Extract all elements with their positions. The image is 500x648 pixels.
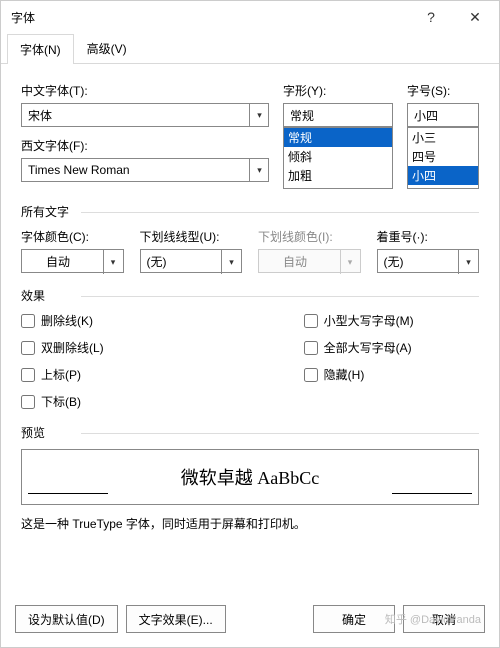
checkbox-allcaps[interactable]: 全部大写字母(A): [304, 339, 414, 356]
checkbox-strike[interactable]: 删除线(K): [21, 312, 104, 329]
size-listbox[interactable]: 小三 四号 小四: [407, 127, 479, 189]
style-option[interactable]: 加粗: [284, 166, 392, 185]
chevron-down-icon: ▾: [340, 250, 360, 274]
chinese-font-input[interactable]: [21, 103, 269, 127]
checkbox-smallcaps[interactable]: 小型大写字母(M): [304, 312, 414, 329]
checkbox-dblstrike[interactable]: 双删除线(L): [21, 339, 104, 356]
section-preview: 预览: [21, 424, 479, 441]
label-chinese-font: 中文字体(T):: [21, 82, 269, 99]
checkbox-superscript[interactable]: 上标(P): [21, 366, 104, 383]
close-button[interactable]: ✕: [453, 2, 497, 32]
checkbox-input[interactable]: [304, 314, 318, 328]
size-option[interactable]: 小三: [408, 128, 478, 147]
checkbox-hidden[interactable]: 隐藏(H): [304, 366, 414, 383]
label-size: 字号(S):: [407, 82, 479, 99]
size-option[interactable]: 小四: [408, 166, 478, 185]
cancel-button[interactable]: 取消: [403, 605, 485, 633]
western-font-combo[interactable]: ▾: [21, 158, 269, 182]
chinese-font-combo[interactable]: ▾: [21, 103, 269, 127]
label-font-color: 字体颜色(C):: [21, 228, 124, 245]
tab-advanced[interactable]: 高级(V): [74, 33, 140, 63]
checkbox-input[interactable]: [21, 314, 35, 328]
label-emphasis: 着重号(·):: [377, 228, 480, 245]
chevron-down-icon[interactable]: ▾: [458, 250, 478, 274]
preview-box: 微软卓越 AaBbCc: [21, 449, 479, 505]
font-dialog: 字体 ? ✕ 字体(N) 高级(V) 中文字体(T): ▾ 西文字体(F): ▾…: [0, 0, 500, 648]
size-option[interactable]: 四号: [408, 147, 478, 166]
size-input[interactable]: [407, 103, 479, 127]
font-hint: 这是一种 TrueType 字体，同时适用于屏幕和打印机。: [21, 515, 479, 532]
style-input-wrap[interactable]: [283, 103, 393, 127]
preview-text: 微软卓越 AaBbCc: [181, 464, 320, 490]
tab-strip: 字体(N) 高级(V): [1, 33, 499, 64]
label-underline-style: 下划线线型(U):: [140, 228, 243, 245]
chevron-down-icon[interactable]: ▾: [249, 103, 269, 127]
dialog-footer: 设为默认值(D) 文字效果(E)... 确定 取消 知乎 @DavidPanda: [1, 595, 499, 647]
window-title: 字体: [11, 9, 409, 26]
checkbox-subscript[interactable]: 下标(B): [21, 393, 104, 410]
checkbox-input[interactable]: [21, 341, 35, 355]
titlebar: 字体 ? ✕: [1, 1, 499, 33]
emphasis-dropdown[interactable]: (无)▾: [377, 249, 480, 273]
chevron-down-icon[interactable]: ▾: [249, 158, 269, 182]
checkbox-input[interactable]: [21, 368, 35, 382]
style-option[interactable]: 倾斜: [284, 147, 392, 166]
ok-button[interactable]: 确定: [313, 605, 395, 633]
label-underline-color: 下划线颜色(I):: [258, 228, 361, 245]
help-button[interactable]: ?: [409, 2, 453, 32]
chevron-down-icon[interactable]: ▾: [103, 250, 123, 274]
checkbox-input[interactable]: [304, 368, 318, 382]
text-effects-button[interactable]: 文字效果(E)...: [126, 605, 226, 633]
chevron-down-icon[interactable]: ▾: [221, 250, 241, 274]
size-input-wrap[interactable]: [407, 103, 479, 127]
label-western-font: 西文字体(F):: [21, 137, 269, 154]
underline-color-dropdown: 自动▾: [258, 249, 361, 273]
section-effects: 效果: [21, 287, 479, 304]
checkbox-input[interactable]: [21, 395, 35, 409]
label-style: 字形(Y):: [283, 82, 393, 99]
western-font-input[interactable]: [21, 158, 269, 182]
tab-font[interactable]: 字体(N): [7, 34, 74, 64]
underline-style-dropdown[interactable]: (无)▾: [140, 249, 243, 273]
section-all-text: 所有文字: [21, 203, 479, 220]
style-option[interactable]: 常规: [284, 128, 392, 147]
font-color-dropdown[interactable]: 自动▾: [21, 249, 124, 273]
set-default-button[interactable]: 设为默认值(D): [15, 605, 118, 633]
style-listbox[interactable]: 常规 倾斜 加粗: [283, 127, 393, 189]
style-input[interactable]: [283, 103, 393, 127]
checkbox-input[interactable]: [304, 341, 318, 355]
